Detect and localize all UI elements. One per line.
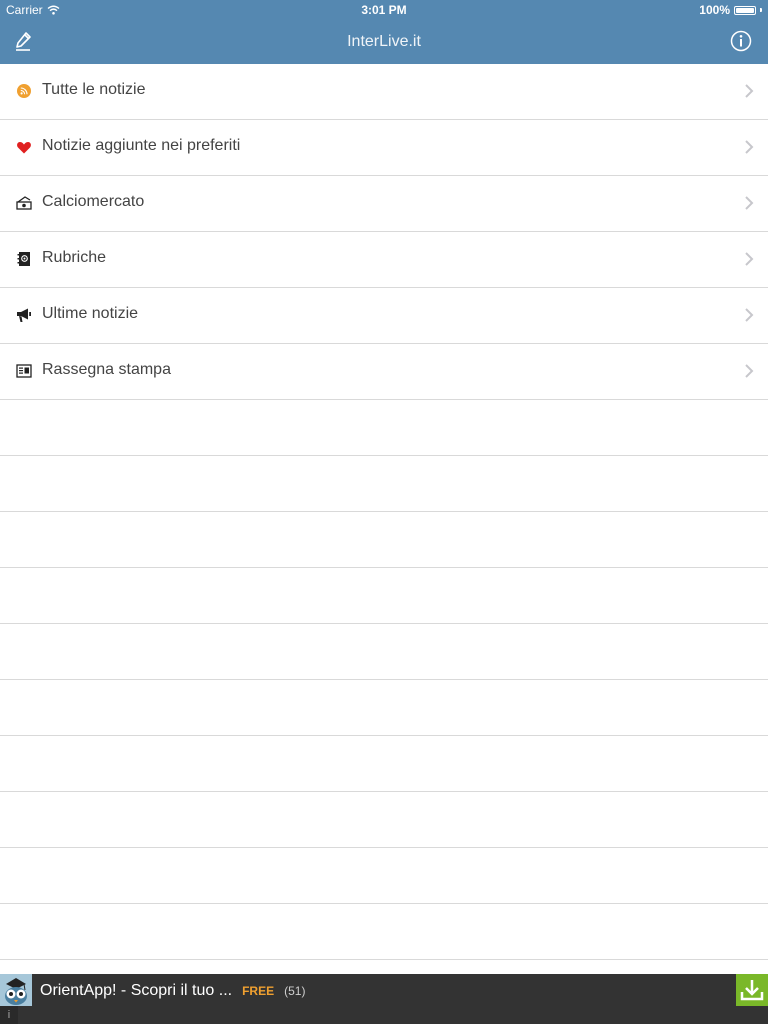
info-button[interactable]	[730, 30, 752, 52]
empty-row	[0, 680, 768, 736]
ad-info-icon[interactable]: i	[0, 1006, 18, 1024]
empty-row	[0, 848, 768, 904]
empty-row	[0, 568, 768, 624]
app-logo-icon	[0, 974, 32, 1006]
menu-item-calciomercato[interactable]: Calciomercato	[0, 176, 768, 232]
chevron-right-icon	[745, 140, 754, 154]
empty-row	[0, 512, 768, 568]
empty-row	[0, 624, 768, 680]
menu-item-label: Calciomercato	[42, 193, 145, 210]
download-icon	[740, 980, 764, 1001]
empty-row	[0, 904, 768, 960]
menu-item-rubriche[interactable]: Rubriche	[0, 232, 768, 288]
page-title: InterLive.it	[347, 33, 421, 50]
status-time: 3:01 PM	[361, 3, 407, 17]
info-icon	[730, 30, 752, 52]
chevron-right-icon	[745, 196, 754, 210]
chevron-right-icon	[745, 308, 754, 322]
menu-list: Tutte le notizie Notizie aggiunte nei pr…	[0, 64, 768, 974]
chevron-right-icon	[745, 364, 754, 378]
battery-tip	[760, 8, 762, 12]
ad-price: FREE	[242, 984, 275, 998]
megaphone-icon	[17, 308, 31, 322]
menu-item-ultime-notizie[interactable]: Ultime notizie	[0, 288, 768, 344]
newspaper-icon	[16, 364, 32, 378]
rss-icon	[17, 84, 31, 98]
battery-percentage: 100%	[699, 3, 730, 17]
menu-item-label: Ultime notizie	[42, 305, 139, 322]
address-book-icon	[17, 252, 30, 266]
battery-area: 100%	[699, 3, 762, 17]
heart-icon	[17, 142, 31, 154]
money-icon	[16, 196, 32, 210]
menu-item-tutte-le-notizie[interactable]: Tutte le notizie	[0, 64, 768, 120]
ad-text: OrientApp! - Scopri il tuo ... FREE (51)	[40, 982, 305, 1000]
battery-icon	[734, 5, 756, 15]
ad-banner[interactable]: i OrientApp! - Scopri il tuo ... FREE (5…	[0, 974, 768, 1024]
empty-row	[0, 400, 768, 456]
ad-review-count: (51)	[284, 984, 306, 998]
chevron-right-icon	[745, 84, 754, 98]
empty-row	[0, 456, 768, 512]
status-bar: Carrier 3:01 PM 100%	[0, 0, 768, 20]
menu-item-label: Rassegna stampa	[42, 361, 171, 378]
header: Carrier 3:01 PM 100% InterLive.it	[0, 0, 768, 64]
download-button[interactable]	[736, 974, 768, 1006]
ad-title: OrientApp! - Scopri il tuo ...	[40, 982, 233, 999]
empty-row	[0, 792, 768, 848]
chevron-right-icon	[745, 252, 754, 266]
menu-item-rassegna-stampa[interactable]: Rassegna stampa	[0, 344, 768, 400]
menu-item-preferiti[interactable]: Notizie aggiunte nei preferiti	[0, 120, 768, 176]
menu-item-label: Tutte le notizie	[42, 81, 146, 98]
menu-item-label: Rubriche	[42, 249, 107, 266]
navbar: InterLive.it	[0, 20, 768, 64]
empty-row	[0, 736, 768, 792]
menu-item-label: Notizie aggiunte nei preferiti	[42, 137, 241, 154]
